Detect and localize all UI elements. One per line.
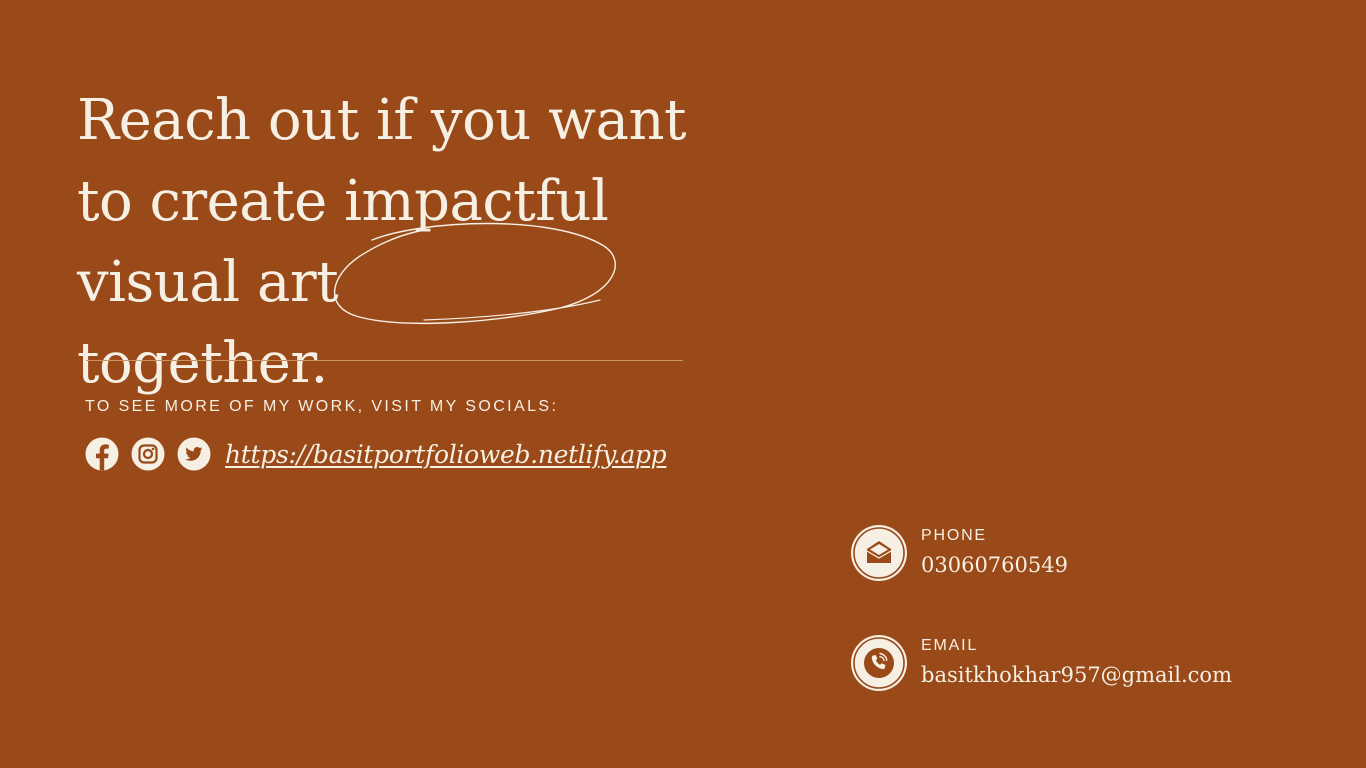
contact-phone-value[interactable]: 03060760549 <box>921 550 1068 580</box>
contact-email-value[interactable]: basitkhokhar957@gmail.com <box>921 660 1232 690</box>
contact-email: EMAIL basitkhokhar957@gmail.com <box>850 634 1232 692</box>
headline-line-2: to create impactful <box>77 169 609 234</box>
contact-phone: PHONE 03060760549 <box>850 524 1068 582</box>
social-links: https://basitportfolioweb.netlify.app <box>85 436 667 472</box>
headline-line-1: Reach out if you want <box>77 88 687 153</box>
headline-highlight-word: together. <box>77 331 328 396</box>
headline-line-3-prefix: visual art <box>77 250 339 315</box>
facebook-icon[interactable] <box>85 437 119 471</box>
contact-phone-label: PHONE <box>921 527 987 544</box>
headline: Reach out if you want to create impactfu… <box>77 80 777 404</box>
section-divider <box>86 360 683 361</box>
contact-email-label: EMAIL <box>921 637 979 654</box>
envelope-icon <box>850 524 908 582</box>
twitter-icon[interactable] <box>177 437 211 471</box>
phone-icon <box>850 634 908 692</box>
instagram-icon[interactable] <box>131 437 165 471</box>
socials-label: TO SEE MORE OF MY WORK, VISIT MY SOCIALS… <box>85 398 559 415</box>
headline-line-3: visual art together. <box>77 242 777 404</box>
portfolio-link[interactable]: https://basitportfolioweb.netlify.app <box>225 440 667 469</box>
